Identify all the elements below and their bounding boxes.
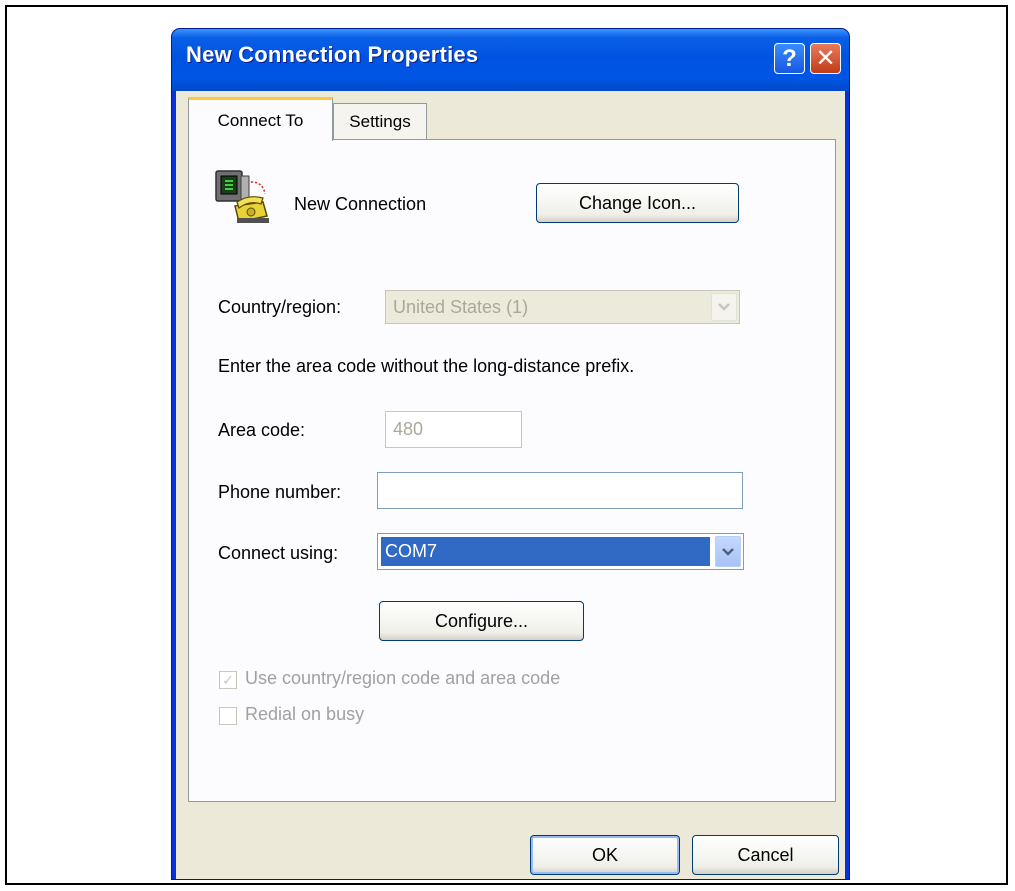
phone-number-field[interactable]	[377, 472, 743, 509]
title-bar[interactable]: New Connection Properties ? ✕	[172, 29, 849, 91]
redial-on-busy-label: Redial on busy	[245, 704, 365, 724]
redial-on-busy-checkbox	[219, 707, 237, 725]
connect-using-select[interactable]: COM7	[377, 533, 744, 570]
configure-button[interactable]: Configure...	[379, 601, 584, 641]
connect-using-label: Connect using:	[218, 543, 339, 563]
country-value: United States (1)	[393, 296, 529, 317]
tab-settings[interactable]: Settings	[333, 103, 427, 139]
use-country-code-label: Use country/region code and area code	[245, 668, 561, 688]
dialog-window: New Connection Properties ? ✕ Connect To…	[172, 29, 849, 879]
tab-panel: New Connection Change Icon... Country/re…	[188, 139, 836, 802]
dialog-client: Connect To Settings New Connection Chang…	[176, 91, 845, 879]
country-select: United States (1)	[385, 290, 740, 324]
country-label: Country/region:	[218, 297, 342, 317]
connection-name: New Connection	[294, 194, 427, 214]
area-code-label: Area code:	[218, 420, 306, 440]
chevron-down-icon[interactable]	[715, 536, 741, 567]
use-country-code-checkbox: ✓	[219, 671, 237, 689]
chevron-down-icon	[711, 293, 737, 321]
area-code-instruction: Enter the area code without the long-dis…	[218, 356, 635, 376]
ok-button[interactable]: OK	[530, 835, 680, 875]
help-button[interactable]: ?	[774, 43, 805, 74]
cancel-button[interactable]: Cancel	[692, 835, 839, 875]
close-button[interactable]: ✕	[810, 43, 841, 74]
tab-connect-to[interactable]: Connect To	[188, 97, 333, 141]
connect-using-value: COM7	[381, 537, 710, 566]
change-icon-button[interactable]: Change Icon...	[536, 183, 739, 223]
window-title: New Connection Properties	[186, 42, 479, 67]
phone-number-label: Phone number:	[218, 482, 342, 502]
phone-computer-icon	[215, 170, 269, 223]
area-code-field: 480	[385, 411, 522, 448]
area-code-value: 480	[393, 419, 424, 439]
